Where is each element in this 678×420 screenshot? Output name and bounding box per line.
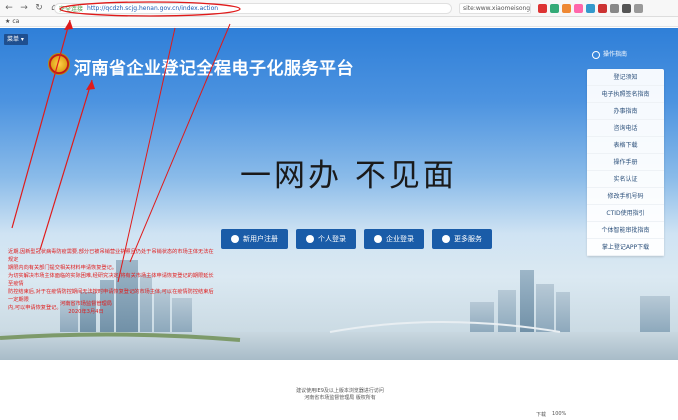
bookmark-bar: ★ ca <box>0 17 678 27</box>
annotation-line: 期限内向有关部门提交相关材料申请恢复登记。 <box>8 265 117 271</box>
bookmark-item[interactable]: ca <box>12 18 19 25</box>
extension-icon[interactable] <box>610 4 619 13</box>
action-buttons: 新用户注册 个人登录 企业登录 更多服务 <box>221 229 492 249</box>
register-label: 新用户注册 <box>243 235 278 243</box>
back-icon[interactable]: ← <box>3 2 15 14</box>
annotation-org: 河南省市场监督管理局 <box>60 301 112 307</box>
enterprise-login-button[interactable]: 企业登录 <box>364 229 424 249</box>
footer-line: 建议使用IE9及以上版本浏览器进行访问 <box>296 388 384 394</box>
user-add-icon <box>231 235 239 243</box>
guide-item-e-license-signing[interactable]: 电子执照签名指南 <box>587 86 664 103</box>
guide-item-form-download[interactable]: 表格下载 <box>587 137 664 154</box>
page-footer: 建议使用IE9及以上版本浏览器进行访问 河南省市场监督管理局 版权所有 <box>0 360 678 420</box>
guide-header: 操作指南 <box>592 49 627 59</box>
list-icon <box>442 235 450 243</box>
guide-item-service-guide[interactable]: 办事指南 <box>587 103 664 120</box>
extension-icons <box>538 4 643 13</box>
guide-item-app-download[interactable]: 掌上登记APP下载 <box>587 239 664 256</box>
url-text: http://qcdzh.scjg.henan.gov.cn/index.act… <box>87 5 219 12</box>
personal-login-button[interactable]: 个人登录 <box>296 229 356 249</box>
enterprise-login-label: 企业登录 <box>386 235 414 243</box>
annotation-line: 近期,因新型冠状病毒防疫需要,部分已被吊销营业执照且仍处于吊销状态的市场主体无法… <box>8 249 214 263</box>
extension-icon[interactable] <box>622 4 631 13</box>
annotation-line: 内,可以申请恢复登记。 <box>8 305 62 311</box>
browser-status-bar: 下载 100% <box>536 411 566 418</box>
guide-item-real-name[interactable]: 实名认证 <box>587 171 664 188</box>
more-services-button[interactable]: 更多服务 <box>432 229 492 249</box>
secure-label: 安全连接 <box>59 6 84 13</box>
more-services-label: 更多服务 <box>454 235 482 243</box>
extension-icon[interactable] <box>550 4 559 13</box>
guide-title: 操作指南 <box>603 51 628 58</box>
site-title: 河南省企业登记全程电子化服务平台 <box>74 59 354 79</box>
address-bar[interactable]: 安全连接 http://qcdzh.scjg.henan.gov.cn/inde… <box>54 3 452 14</box>
guide-item-smart-approval[interactable]: 个体智能审批指南 <box>587 222 664 239</box>
slogan: 一网办 不见面 <box>240 158 457 194</box>
gear-icon <box>592 50 600 59</box>
guide-item-ctid[interactable]: CTID使用指引 <box>587 205 664 222</box>
extension-icon[interactable] <box>562 4 571 13</box>
register-button[interactable]: 新用户注册 <box>221 229 288 249</box>
forward-icon[interactable]: → <box>18 2 30 14</box>
annotation-signature: 河南省市场监督管理局 2020年3月4日 <box>60 300 112 316</box>
browser-search-input[interactable]: site:www.xiaomeisong.cn <box>459 3 531 14</box>
guide-item-manual[interactable]: 操作手册 <box>587 154 664 171</box>
zoom-level[interactable]: 100% <box>552 411 566 418</box>
user-icon <box>306 235 314 243</box>
footer-line: 河南省市场监督管理局 版权所有 <box>304 395 376 401</box>
annotation-date: 2020年3月4日 <box>68 309 104 315</box>
guide-item-change-phone[interactable]: 修改手机号码 <box>587 188 664 205</box>
guide-item-registration-notice[interactable]: 登记须知 <box>587 69 664 86</box>
star-icon[interactable]: ★ <box>5 18 10 25</box>
menu-icon[interactable] <box>634 4 643 13</box>
refresh-icon[interactable]: ↻ <box>33 2 45 14</box>
building-icon <box>374 235 382 243</box>
annotation-line: 防控结束后,对于在疫情防控期间无法按时申请恢复登记的市场主体,可以在疫情防控结束… <box>8 289 214 303</box>
personal-login-label: 个人登录 <box>318 235 346 243</box>
extension-icon[interactable] <box>586 4 595 13</box>
national-emblem-icon <box>48 53 70 75</box>
browser-toolbar: ← → ↻ ⌂ 安全连接 http://qcdzh.scjg.henan.gov… <box>0 0 678 17</box>
menu-label: 菜单 <box>7 36 20 43</box>
annotation-notice: 近期,因新型冠状病毒防疫需要,部分已被吊销营业执照且仍处于吊销状态的市场主体无法… <box>8 248 218 312</box>
extension-icon[interactable] <box>598 4 607 13</box>
footer-text: 建议使用IE9及以上版本浏览器进行访问 河南省市场监督管理局 版权所有 <box>260 388 420 402</box>
extension-icon[interactable] <box>538 4 547 13</box>
download-label[interactable]: 下载 <box>536 411 546 418</box>
annotation-line: 为切实解决市场主体面临的实际困难,经研究决定,将有关市场主体申请恢复登记的期限延… <box>8 273 214 287</box>
operation-guide-panel: 登记须知 电子执照签名指南 办事指南 咨询电话 表格下载 操作手册 实名认证 修… <box>587 69 664 256</box>
menu-button[interactable]: 菜单 ▾ <box>4 34 28 45</box>
guide-item-hotline[interactable]: 咨询电话 <box>587 120 664 137</box>
extension-icon[interactable] <box>574 4 583 13</box>
